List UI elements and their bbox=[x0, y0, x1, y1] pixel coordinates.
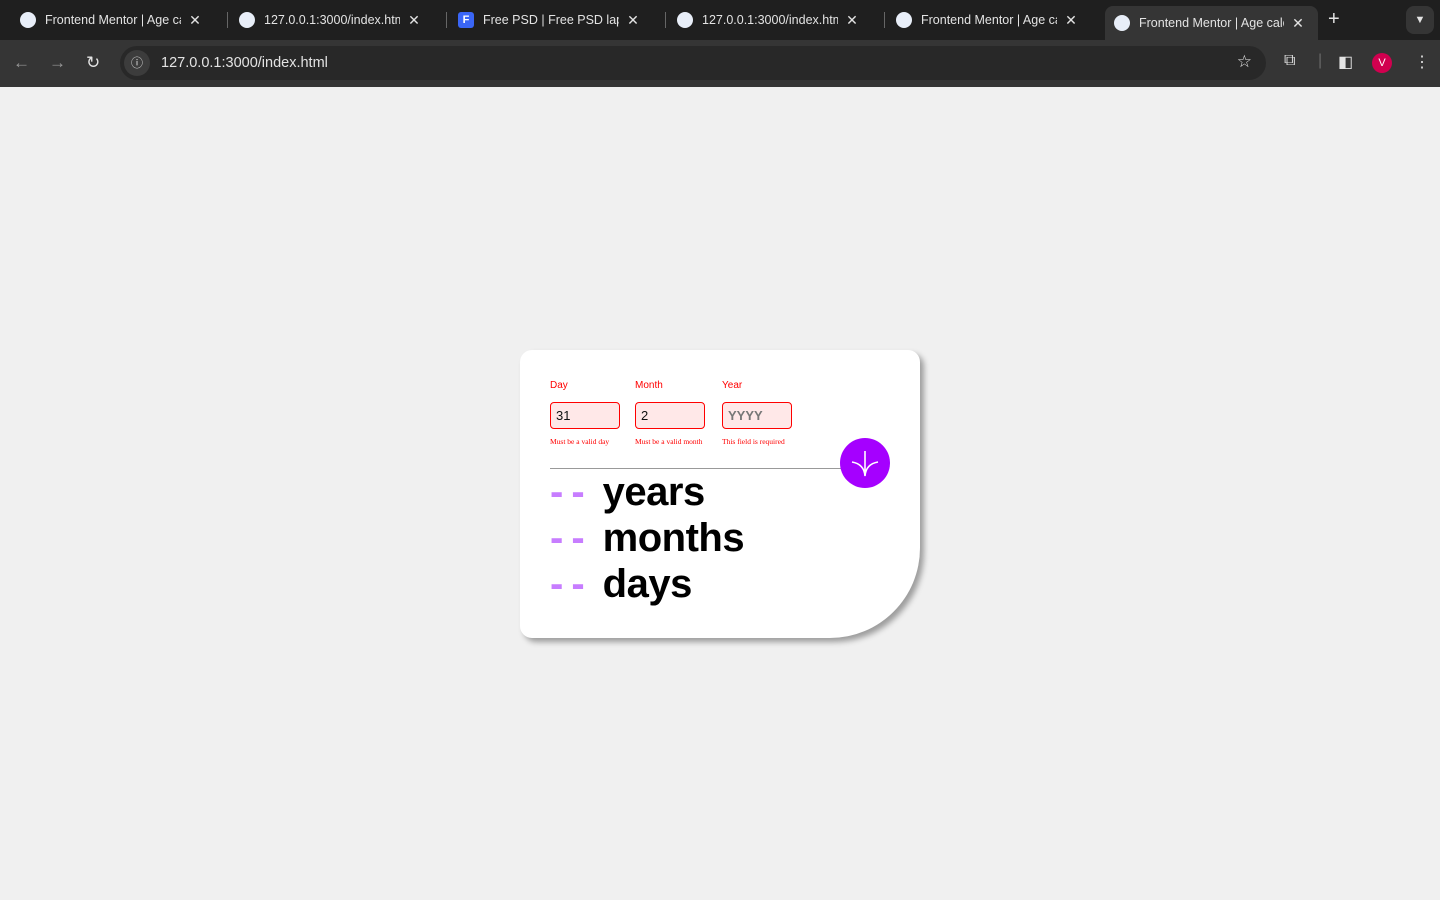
tab[interactable]: Frontend Mentor | Age calculator ✕ bbox=[0, 6, 215, 34]
year-input[interactable] bbox=[722, 402, 792, 429]
bookmark-star-icon[interactable]: ☆ bbox=[1237, 52, 1252, 72]
tab-title: Frontend Mentor | Age calculator bbox=[1139, 16, 1284, 30]
new-tab-button[interactable]: + bbox=[1328, 8, 1340, 31]
arrow-down-icon bbox=[851, 451, 879, 477]
toolbar-separator: | bbox=[1318, 52, 1323, 69]
tab-title: Free PSD | Free PSD laptop bbox=[483, 13, 619, 27]
info-icon[interactable]: ⓘ bbox=[124, 50, 150, 76]
days-label: days bbox=[602, 562, 693, 606]
forward-icon[interactable]: → bbox=[49, 53, 66, 73]
globe-icon bbox=[239, 12, 255, 28]
side-panel-icon[interactable]: ◧ bbox=[1338, 52, 1353, 72]
browser-toolbar: ← → ↻ ⓘ 127.0.0.1:3000/index.html ☆ ⧉ | … bbox=[0, 40, 1440, 87]
day-input[interactable] bbox=[550, 402, 620, 429]
menu-icon[interactable]: ⋮ bbox=[1414, 52, 1430, 72]
days-result: -- days bbox=[550, 562, 692, 607]
back-icon[interactable]: ← bbox=[13, 53, 30, 73]
tab[interactable]: 127.0.0.1:3000/index.html ✕ bbox=[657, 6, 872, 34]
freepik-icon: F bbox=[458, 12, 474, 28]
day-field: Day Must be a valid day bbox=[550, 380, 620, 446]
month-label: Month bbox=[635, 380, 663, 391]
globe-icon bbox=[1114, 15, 1130, 31]
close-icon[interactable]: ✕ bbox=[1063, 12, 1079, 29]
avatar[interactable]: V bbox=[1372, 53, 1392, 73]
submit-button[interactable] bbox=[840, 438, 890, 488]
close-icon[interactable]: ✕ bbox=[406, 12, 422, 29]
tab[interactable]: Frontend Mentor | Age calculator ✕ bbox=[876, 6, 1091, 34]
day-error: Must be a valid day bbox=[550, 437, 610, 446]
tab-title: Frontend Mentor | Age calculator bbox=[45, 13, 181, 27]
tab-title: 127.0.0.1:3000/index.html bbox=[702, 13, 838, 27]
divider bbox=[550, 468, 850, 469]
address-bar[interactable]: ⓘ 127.0.0.1:3000/index.html ☆ bbox=[120, 46, 1266, 80]
month-field: Month Must be a valid month bbox=[635, 380, 705, 446]
tab[interactable]: 127.0.0.1:3000/index.html ✕ bbox=[219, 6, 434, 34]
close-icon[interactable]: ✕ bbox=[844, 12, 860, 29]
globe-icon bbox=[677, 12, 693, 28]
tab-title: Frontend Mentor | Age calculator bbox=[921, 13, 1057, 27]
globe-icon bbox=[896, 12, 912, 28]
year-field: Year This field is required bbox=[722, 380, 792, 446]
close-icon[interactable]: ✕ bbox=[187, 12, 203, 29]
reload-icon[interactable]: ↻ bbox=[86, 53, 100, 73]
month-error: Must be a valid month bbox=[635, 437, 703, 446]
tab-title: 127.0.0.1:3000/index.html bbox=[264, 13, 400, 27]
age-calculator-card: Day Must be a valid day Month Must be a … bbox=[520, 350, 920, 638]
tab-bar: Frontend Mentor | Age calculator ✕ 127.0.… bbox=[0, 0, 1440, 40]
globe-icon bbox=[20, 12, 36, 28]
years-value: -- bbox=[550, 470, 593, 514]
months-result: -- months bbox=[550, 516, 745, 561]
tab[interactable]: F Free PSD | Free PSD laptop ✕ bbox=[438, 6, 653, 34]
months-label: months bbox=[602, 516, 745, 560]
month-input[interactable] bbox=[635, 402, 705, 429]
close-icon[interactable]: ✕ bbox=[625, 12, 641, 29]
url-text[interactable]: 127.0.0.1:3000/index.html bbox=[161, 55, 328, 71]
extensions-icon[interactable]: ⧉ bbox=[1284, 52, 1295, 70]
tab-active[interactable]: Frontend Mentor | Age calculator ✕ bbox=[1105, 6, 1318, 40]
months-value: -- bbox=[550, 516, 593, 560]
years-label: years bbox=[602, 470, 706, 514]
day-label: Day bbox=[550, 380, 568, 391]
year-error: This field is required bbox=[722, 437, 785, 446]
years-result: -- years bbox=[550, 470, 705, 515]
days-value: -- bbox=[550, 562, 593, 606]
year-label: Year bbox=[722, 380, 743, 391]
tab-search-button[interactable]: ▼ bbox=[1406, 6, 1434, 34]
close-icon[interactable]: ✕ bbox=[1290, 15, 1306, 32]
